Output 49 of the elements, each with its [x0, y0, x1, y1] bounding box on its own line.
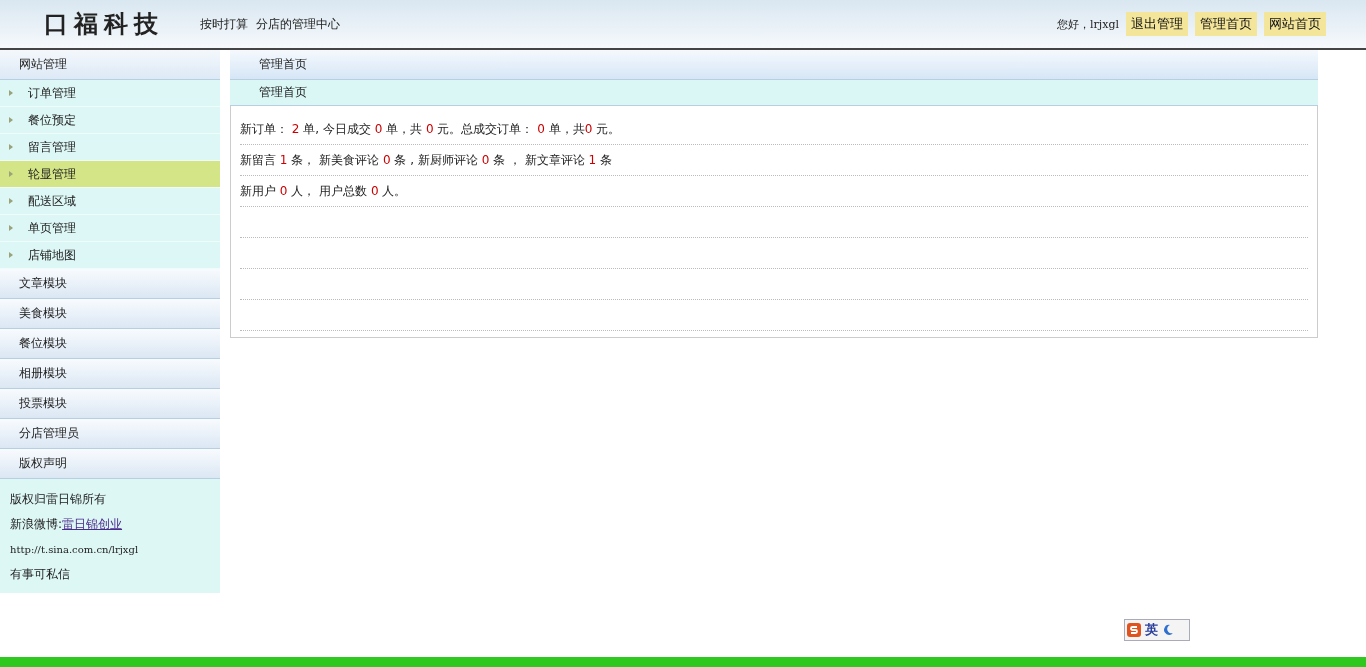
stats-line: 新用户 0 人， 用户总数 0 人。	[240, 182, 407, 200]
page-subtitle-bar: 管理首页	[230, 80, 1318, 106]
page-title-bar: 管理首页	[230, 50, 1318, 80]
header-link[interactable]: 退出管理	[1126, 12, 1188, 36]
sidebar-section[interactable]: 投票模块	[0, 389, 220, 419]
sidebar-section[interactable]: 文章模块	[0, 269, 220, 299]
sidebar-item-label: 轮显管理	[28, 165, 76, 183]
sidebar-item[interactable]: 餐位预定	[0, 107, 220, 134]
sidebar-item-label: 订单管理	[28, 84, 76, 102]
sidebar-item-label: 单页管理	[28, 219, 76, 237]
contact-note: 有事可私信	[10, 566, 70, 583]
triangle-icon	[9, 144, 13, 150]
triangle-icon	[9, 117, 13, 123]
sidebar-item[interactable]: 店铺地图	[0, 242, 220, 269]
copyright-text: 版权归雷日锦所有	[10, 491, 106, 508]
sidebar-item[interactable]: 订单管理	[0, 80, 220, 107]
moon-icon	[1162, 624, 1174, 636]
triangle-icon	[9, 171, 13, 177]
header-link[interactable]: 管理首页	[1195, 12, 1257, 36]
greeting: 您好，lrjxgl	[1057, 16, 1119, 32]
triangle-icon	[9, 90, 13, 96]
sidebar-item[interactable]: 配送区域	[0, 188, 220, 215]
slogan: 按时打算 分店的管理中心	[200, 15, 340, 33]
weibo-link[interactable]: 雷日锦创业	[62, 516, 123, 533]
sidebar-item[interactable]: 轮显管理	[0, 161, 220, 188]
input-method-bar[interactable]: 英	[1124, 619, 1190, 641]
sidebar-item-label: 餐位预定	[28, 111, 76, 129]
sidebar-item[interactable]: 单页管理	[0, 215, 220, 242]
sidebar-item-label: 留言管理	[28, 138, 76, 156]
sidebar-item-label: 配送区域	[28, 192, 76, 210]
header-link[interactable]: 网站首页	[1264, 12, 1326, 36]
sidebar-section[interactable]: 相册模块	[0, 359, 220, 389]
triangle-icon	[9, 225, 13, 231]
stats-line: 新订单： 2 单, 今日成交 0 单，共 0 元。总成交订单： 0 单，共0 元。	[240, 120, 621, 138]
sidebar-section[interactable]: 版权声明	[0, 449, 220, 479]
weibo-url: http://t.sina.com.cn/lrjxgl	[10, 544, 139, 555]
sidebar-item[interactable]: 留言管理	[0, 134, 220, 161]
ime-mode: 英	[1145, 621, 1158, 639]
site-logo: 口福科技	[44, 8, 165, 40]
sidebar-section[interactable]: 餐位模块	[0, 329, 220, 359]
sidebar-section[interactable]: 分店管理员	[0, 419, 220, 449]
triangle-icon	[9, 198, 13, 204]
sidebar-section[interactable]: 网站管理	[0, 50, 220, 80]
sidebar-section[interactable]: 美食模块	[0, 299, 220, 329]
weibo-label: 新浪微博:	[10, 516, 63, 533]
triangle-icon	[9, 252, 13, 258]
ime-logo-icon	[1127, 623, 1141, 637]
stats-line: 新留言 1 条， 新美食评论 0 条 , 新厨师评论 0 条 ， 新文章评论 1 条	[240, 151, 612, 169]
sidebar-item-label: 店铺地图	[28, 246, 76, 264]
